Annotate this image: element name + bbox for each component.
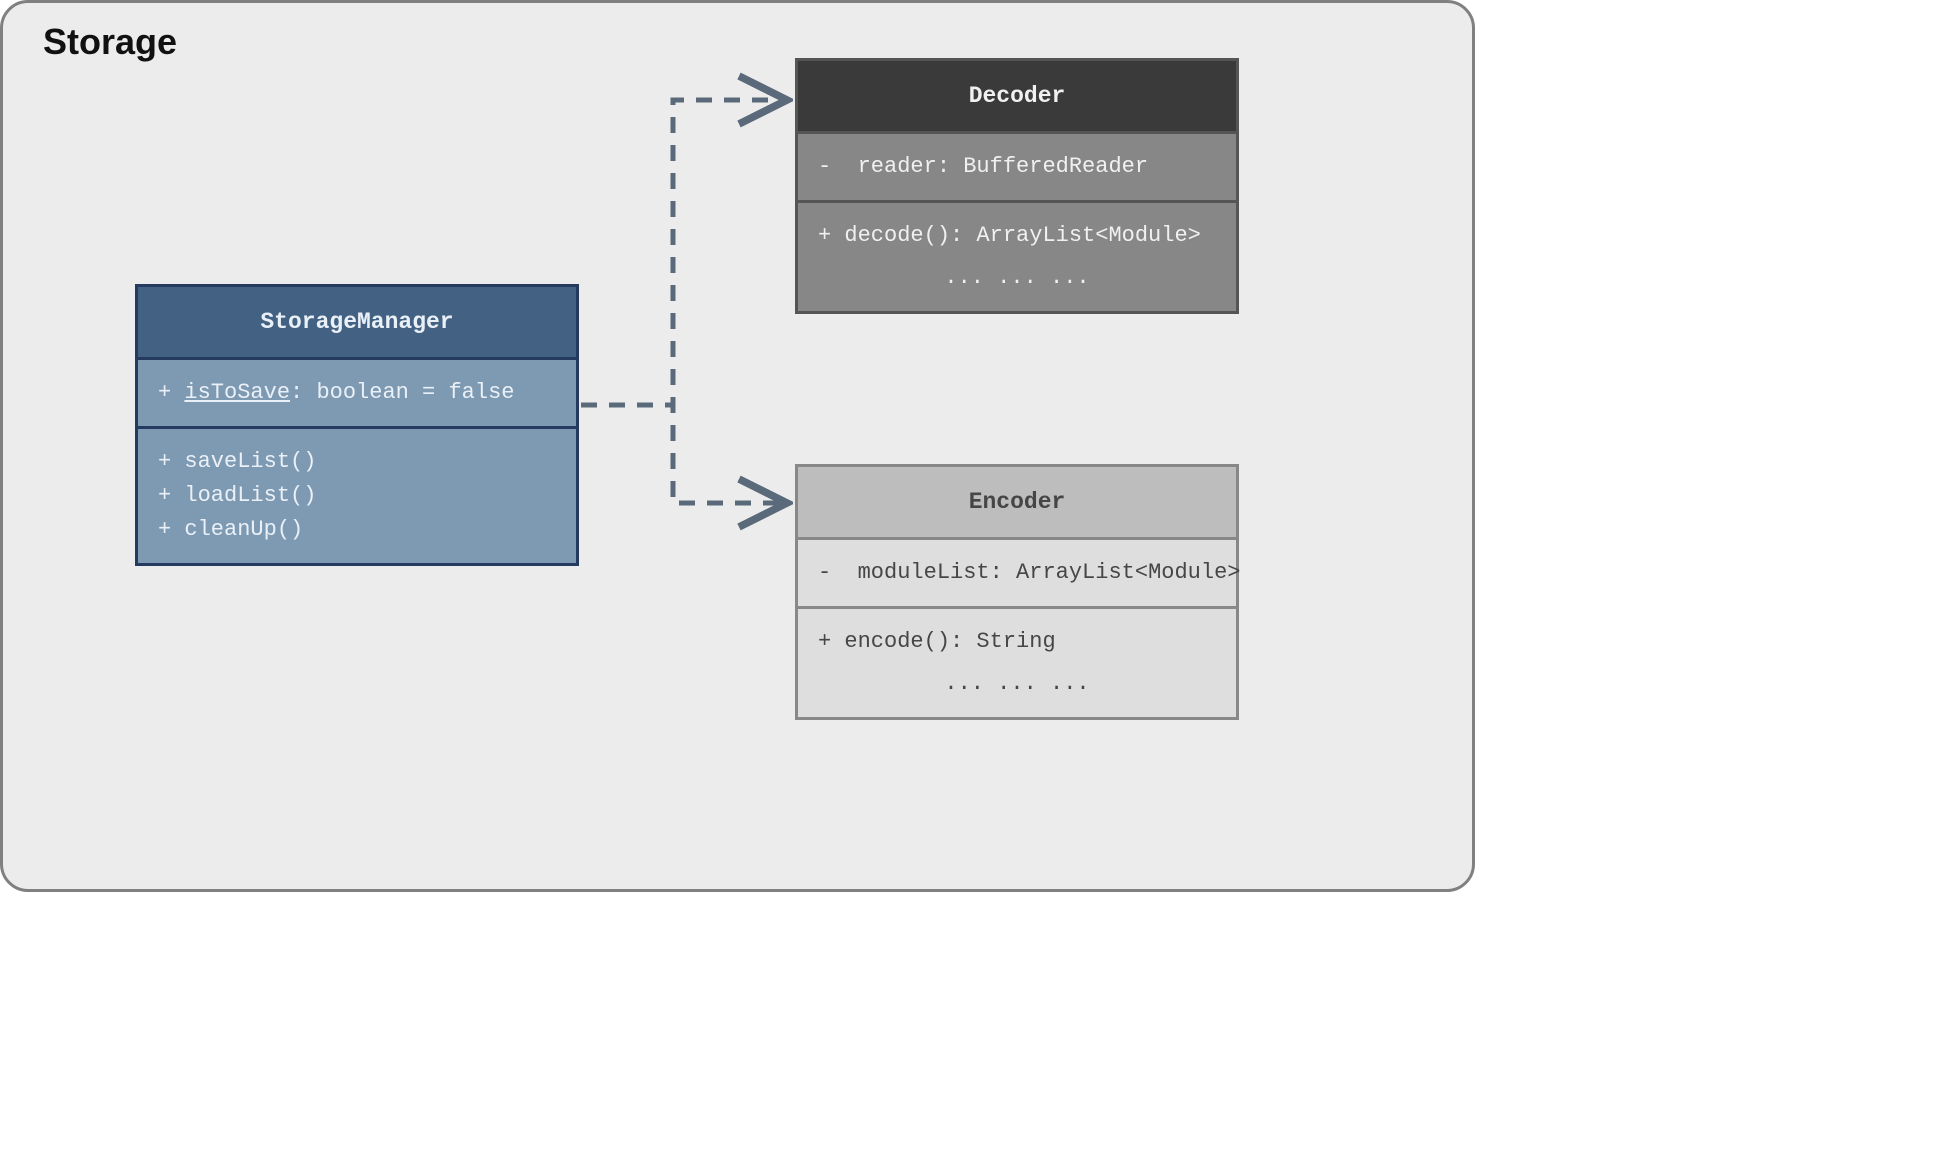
method-row: + cleanUp() [158,513,556,547]
attributes-section: - moduleList: ArrayList<Module> [798,537,1236,606]
package-title: Storage [43,21,177,63]
class-storage-manager: StorageManager + isToSave: boolean = fal… [135,284,579,566]
method-row: + decode(): ArrayList<Module> [818,219,1216,253]
dependency-to-encoder [581,405,787,503]
methods-section: + decode(): ArrayList<Module> ... ... ..… [798,200,1236,311]
ellipsis: ... ... ... [818,253,1216,295]
class-title: Encoder [798,467,1236,537]
attribute-row: - reader: BufferedReader [818,150,1216,184]
class-title: Decoder [798,61,1236,131]
attributes-section: + isToSave: boolean = false [138,357,576,426]
methods-section: + saveList() + loadList() + cleanUp() [138,426,576,563]
method-row: + loadList() [158,479,556,513]
method-row: + saveList() [158,445,556,479]
package-storage: Storage StorageManager + isToSave: boole… [0,0,1475,892]
attr-name: isToSave [184,380,290,405]
class-encoder: Encoder - moduleList: ArrayList<Module> … [795,464,1239,720]
attribute-row: + isToSave: boolean = false [158,376,556,410]
method-row: + encode(): String [818,625,1216,659]
methods-section: + encode(): String ... ... ... [798,606,1236,717]
ellipsis: ... ... ... [818,659,1216,701]
dependency-to-decoder [581,100,787,405]
attribute-row: - moduleList: ArrayList<Module> [818,556,1216,590]
attributes-section: - reader: BufferedReader [798,131,1236,200]
class-title: StorageManager [138,287,576,357]
class-decoder: Decoder - reader: BufferedReader + decod… [795,58,1239,314]
